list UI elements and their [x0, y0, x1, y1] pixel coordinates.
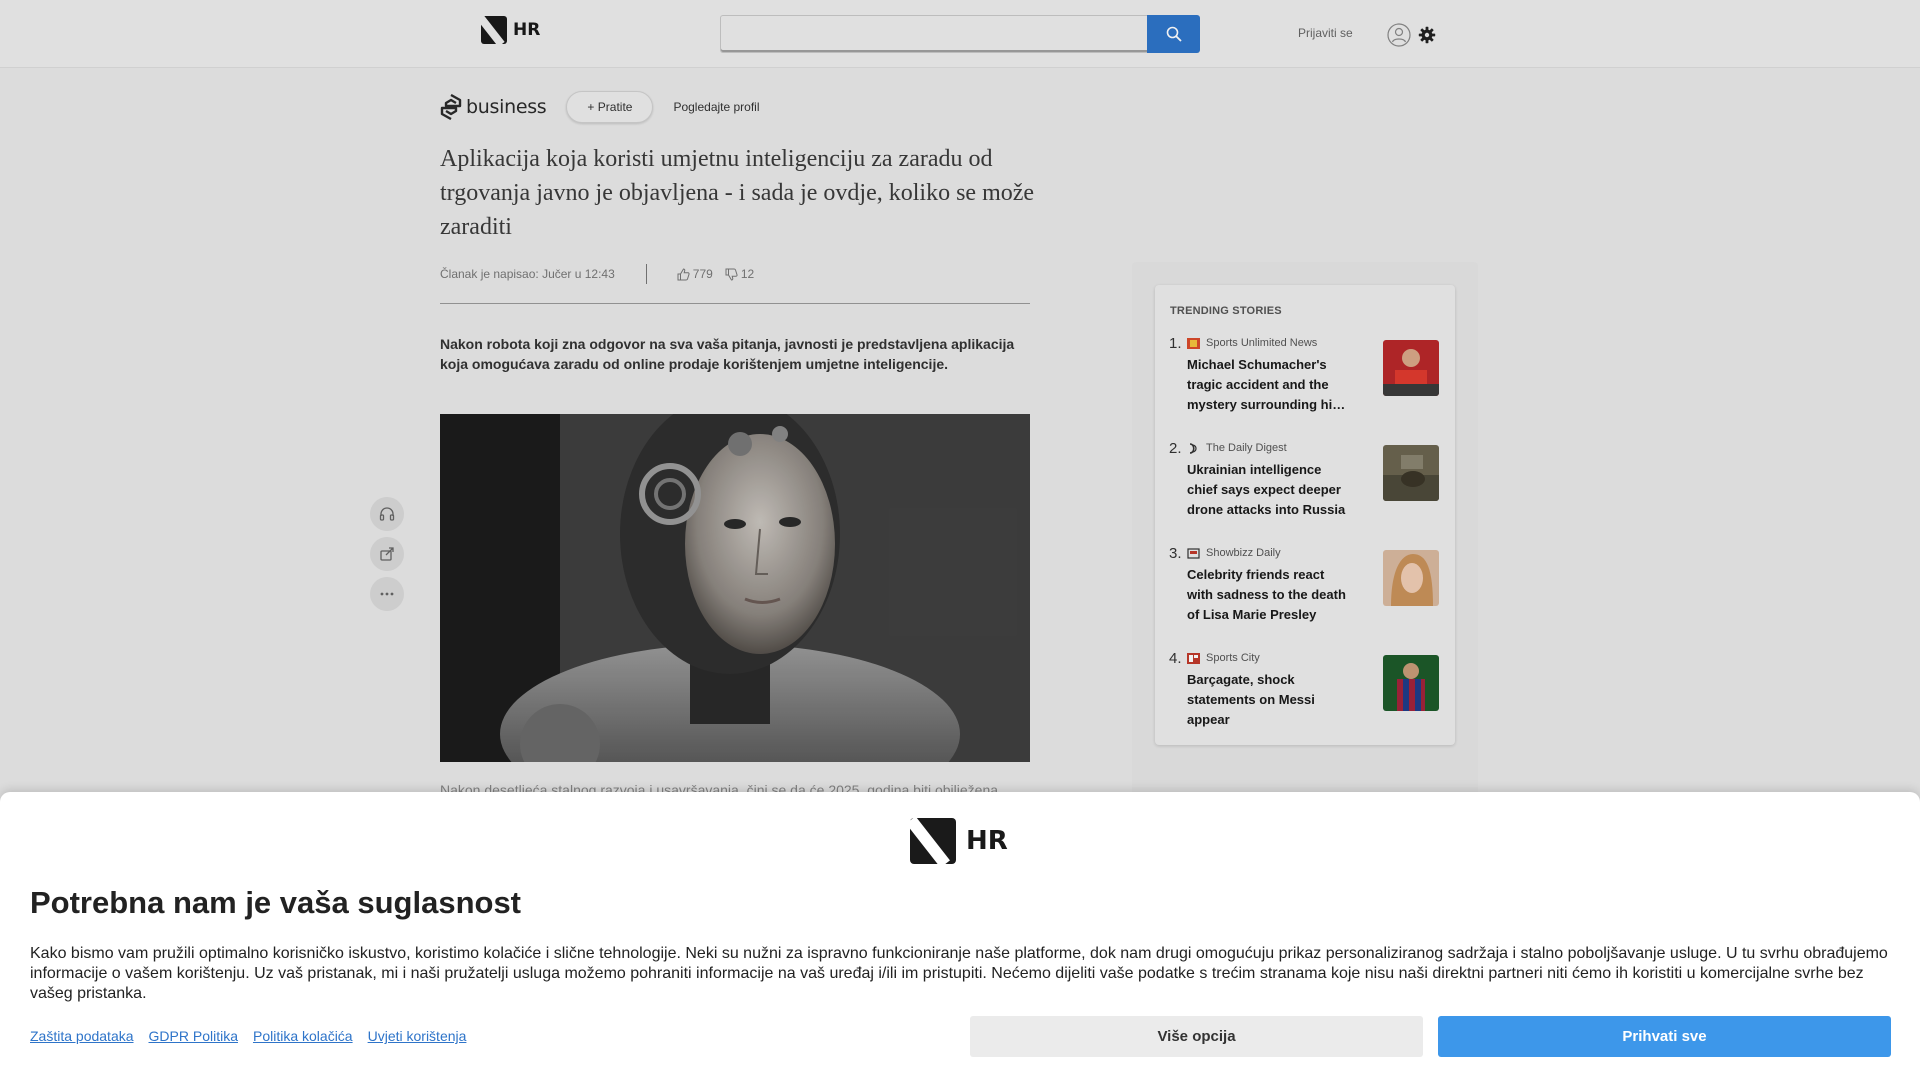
share-button[interactable] [370, 537, 404, 571]
site-logo[interactable]: HR [481, 15, 540, 45]
showbizz-icon [1187, 547, 1200, 559]
source-s-icon [440, 94, 462, 120]
trending-source: Sports City [1187, 652, 1260, 664]
byline: Članak je napisao: Jučer u 12:43 [440, 267, 615, 281]
search-input[interactable] [720, 15, 1147, 53]
trending-thumbnail [1383, 445, 1439, 501]
headphones-icon [379, 507, 395, 521]
search-bar [720, 15, 1200, 53]
trending-card: TRENDING STORIES 1. Sports Unlimited New… [1155, 285, 1455, 745]
trending-item[interactable]: 3. Showbizz Daily Celebrity friends reac… [1169, 545, 1441, 640]
trending-title: Ukrainian intelligence chief says expect… [1187, 462, 1346, 517]
trending-source-name: The Daily Digest [1206, 442, 1287, 454]
logo-text: HR [513, 20, 541, 40]
article-title: Aplikacija koja koristi umjetnu intelige… [440, 146, 1035, 240]
sports-city-icon [1187, 652, 1200, 664]
trending-number: 2. [1169, 440, 1182, 457]
user-icon[interactable] [1387, 23, 1411, 47]
more-options-consent-button[interactable]: Više opcija [970, 1016, 1423, 1057]
meta-divider-line [440, 303, 1030, 304]
source-row: business + Pratite Pogledajte profil [440, 90, 760, 124]
consent-title: Potrebna nam je vaša suglasnost [30, 885, 522, 920]
trending-heading: TRENDING STORIES [1170, 305, 1282, 317]
signin-link[interactable]: Prijaviti se [1298, 26, 1353, 40]
robot-illustration [440, 414, 1030, 762]
trending-source: Showbizz Daily [1187, 547, 1281, 559]
trending-thumbnail [1383, 340, 1439, 396]
listen-button[interactable] [370, 497, 404, 531]
article-hero-image [440, 414, 1030, 762]
source-logo[interactable]: business [440, 94, 547, 120]
trending-title: Celebrity friends react with sadness to … [1187, 567, 1346, 622]
trending-item[interactable]: 4. Sports City Barçagate, shock statemen… [1169, 650, 1441, 745]
trending-source-name: Sports Unlimited News [1206, 337, 1318, 349]
article-meta: Članak je napisao: Jučer u 12:43 779 12 [440, 264, 1030, 284]
trending-source: The Daily Digest [1187, 442, 1287, 454]
consent-logo-text: HR [966, 826, 1008, 856]
consent-banner: HR Potrebna nam je vaša suglasnost Kako … [0, 792, 1920, 1080]
more-options-button[interactable] [370, 577, 404, 611]
trending-source-name: Showbizz Daily [1206, 547, 1281, 559]
privacy-link[interactable]: Zaštita podataka [30, 1028, 134, 1044]
consent-logo-mark-icon [910, 818, 956, 864]
site-header: HR Prijaviti se [0, 0, 1920, 68]
thumbs-up-icon [677, 267, 690, 280]
article-side-tools [370, 497, 404, 617]
consent-links: Zaštita podataka GDPR Politika Politika … [30, 1028, 466, 1044]
trending-thumbnail [1383, 655, 1439, 711]
consent-logo: HR [910, 818, 1008, 864]
article-lead: Nakon robota koji zna odgovor na sva vaš… [440, 336, 1015, 372]
gear-icon[interactable] [1418, 26, 1436, 44]
more-dots-icon [380, 592, 394, 596]
trending-number: 1. [1169, 335, 1182, 352]
trending-title: Barçagate, shock statements on Messi app… [1187, 672, 1315, 727]
consent-text: Kako bismo vam pružili optimalno korisni… [30, 945, 1888, 1002]
trending-source-name: Sports City [1206, 652, 1260, 664]
thumbs-down-icon [725, 268, 738, 281]
cookie-policy-link[interactable]: Politika kolačića [253, 1028, 353, 1044]
search-button[interactable] [1147, 15, 1200, 53]
view-profile-link[interactable]: Pogledajte profil [673, 100, 759, 114]
terms-link[interactable]: Uvjeti korištenja [368, 1028, 467, 1044]
share-icon [380, 547, 394, 561]
trending-item[interactable]: 2. The Daily Digest Ukrainian intelligen… [1169, 440, 1441, 535]
trending-source: Sports Unlimited News [1187, 337, 1317, 349]
trending-item[interactable]: 1. Sports Unlimited News Michael Schumac… [1169, 335, 1441, 430]
dislike-count: 12 [740, 267, 755, 281]
logo-mark-icon [481, 16, 507, 44]
daily-digest-icon [1189, 442, 1197, 454]
trending-title: Michael Schumacher's tragic accident and… [1187, 357, 1340, 412]
follow-button[interactable]: + Pratite [566, 91, 654, 123]
dislike-button[interactable]: 12 [725, 267, 754, 281]
trending-number: 4. [1169, 650, 1182, 667]
sports-unlimited-icon [1187, 337, 1200, 349]
search-icon [1166, 26, 1182, 42]
like-count: 779 [692, 267, 713, 281]
accept-all-button[interactable]: Prihvati sve [1438, 1016, 1891, 1057]
source-name: business [466, 96, 547, 118]
trending-number: 3. [1169, 545, 1182, 562]
meta-divider [645, 264, 647, 284]
gdpr-policy-link[interactable]: GDPR Politika [149, 1028, 238, 1044]
trending-thumbnail [1383, 550, 1439, 606]
like-button[interactable]: 779 [677, 267, 713, 281]
